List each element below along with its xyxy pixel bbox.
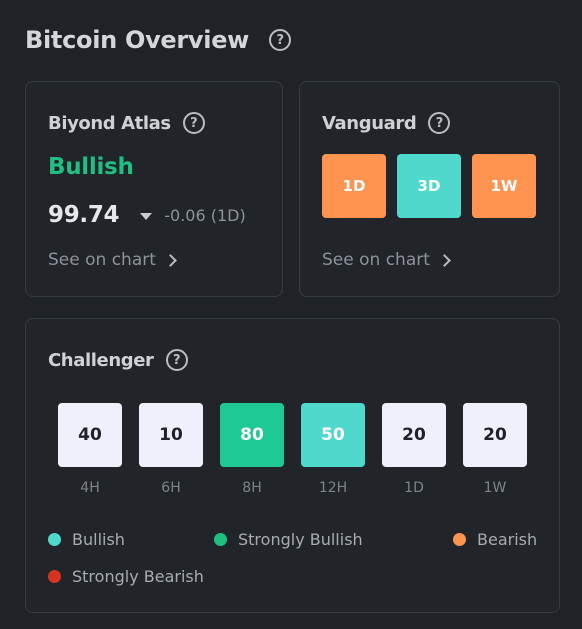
challenger-timeframe-label: 12H [318, 480, 348, 496]
legend-dot [48, 570, 61, 583]
legend-dot [453, 533, 466, 546]
vanguard-timeframe-1w[interactable]: 1W [472, 154, 536, 218]
page-title: Bitcoin Overview ? [25, 26, 292, 54]
challenger-header: Challenger ? [48, 349, 188, 371]
challenger-score: 40 [58, 403, 122, 467]
chevron-right-icon [438, 253, 451, 267]
help-icon[interactable]: ? [269, 29, 292, 51]
challenger-cell-1w[interactable]: 20 1W [463, 403, 527, 496]
atlas-score-row: 99.74 -0.06 (1D) [48, 202, 246, 228]
page-title-text: Bitcoin Overview [25, 26, 250, 54]
atlas-title: Biyond Atlas [48, 112, 171, 134]
legend-dot [214, 533, 227, 546]
legend-label: Strongly Bullish [238, 530, 363, 549]
legend-label: Strongly Bearish [72, 567, 204, 586]
challenger-score: 20 [382, 403, 446, 467]
caret-down-icon [140, 212, 153, 220]
challenger-timeframe-label: 1W [483, 480, 507, 496]
vanguard-title: Vanguard [322, 112, 417, 134]
challenger-cell-12h[interactable]: 50 12H [301, 403, 365, 496]
vanguard-timeframe-3d[interactable]: 3D [397, 154, 461, 218]
challenger-score: 80 [220, 403, 284, 467]
atlas-see-chart-link[interactable]: See on chart [48, 250, 177, 270]
atlas-card: Biyond Atlas ? Bullish 99.74 -0.06 (1D) … [25, 81, 283, 297]
atlas-sentiment: Bullish [48, 154, 134, 180]
challenger-cell-4h[interactable]: 40 4H [58, 403, 122, 496]
challenger-score: 10 [139, 403, 203, 467]
legend-item-bullish: Bullish [48, 530, 125, 549]
legend-item-strongly-bearish: Strongly Bearish [48, 567, 204, 586]
vanguard-card: Vanguard ? 1D 3D 1W See on chart [299, 81, 560, 297]
help-icon[interactable]: ? [165, 349, 188, 371]
challenger-timeframes: 40 4H 10 6H 80 8H 50 12H 20 1D 20 1W [58, 403, 527, 496]
chevron-right-icon [164, 253, 177, 267]
see-chart-label: See on chart [322, 250, 430, 270]
atlas-score: 99.74 [48, 202, 120, 228]
atlas-change: -0.06 (1D) [164, 205, 246, 225]
vanguard-see-chart-link[interactable]: See on chart [322, 250, 451, 270]
vanguard-header: Vanguard ? [322, 112, 451, 134]
legend-label: Bearish [477, 530, 538, 549]
challenger-timeframe-label: 6H [161, 480, 181, 496]
challenger-cell-8h[interactable]: 80 8H [220, 403, 284, 496]
challenger-cell-6h[interactable]: 10 6H [139, 403, 203, 496]
challenger-score: 50 [301, 403, 365, 467]
vanguard-timeframe-1d[interactable]: 1D [322, 154, 386, 218]
challenger-timeframe-label: 1D [404, 480, 424, 496]
legend-item-bearish: Bearish [453, 530, 537, 549]
legend-label: Bullish [72, 530, 125, 549]
challenger-title: Challenger [48, 349, 154, 371]
atlas-header: Biyond Atlas ? [48, 112, 205, 134]
challenger-timeframe-label: 8H [242, 480, 262, 496]
legend-dot [48, 533, 61, 546]
challenger-timeframe-label: 4H [80, 480, 100, 496]
help-icon[interactable]: ? [182, 112, 205, 134]
challenger-score: 20 [463, 403, 527, 467]
help-icon[interactable]: ? [428, 112, 451, 134]
challenger-cell-1d[interactable]: 20 1D [382, 403, 446, 496]
legend-item-strongly-bullish: Strongly Bullish [214, 530, 363, 549]
challenger-card: Challenger ? 40 4H 10 6H 80 8H 50 12H 20… [25, 318, 560, 613]
see-chart-label: See on chart [48, 250, 156, 270]
vanguard-timeframes: 1D 3D 1W [322, 154, 536, 218]
